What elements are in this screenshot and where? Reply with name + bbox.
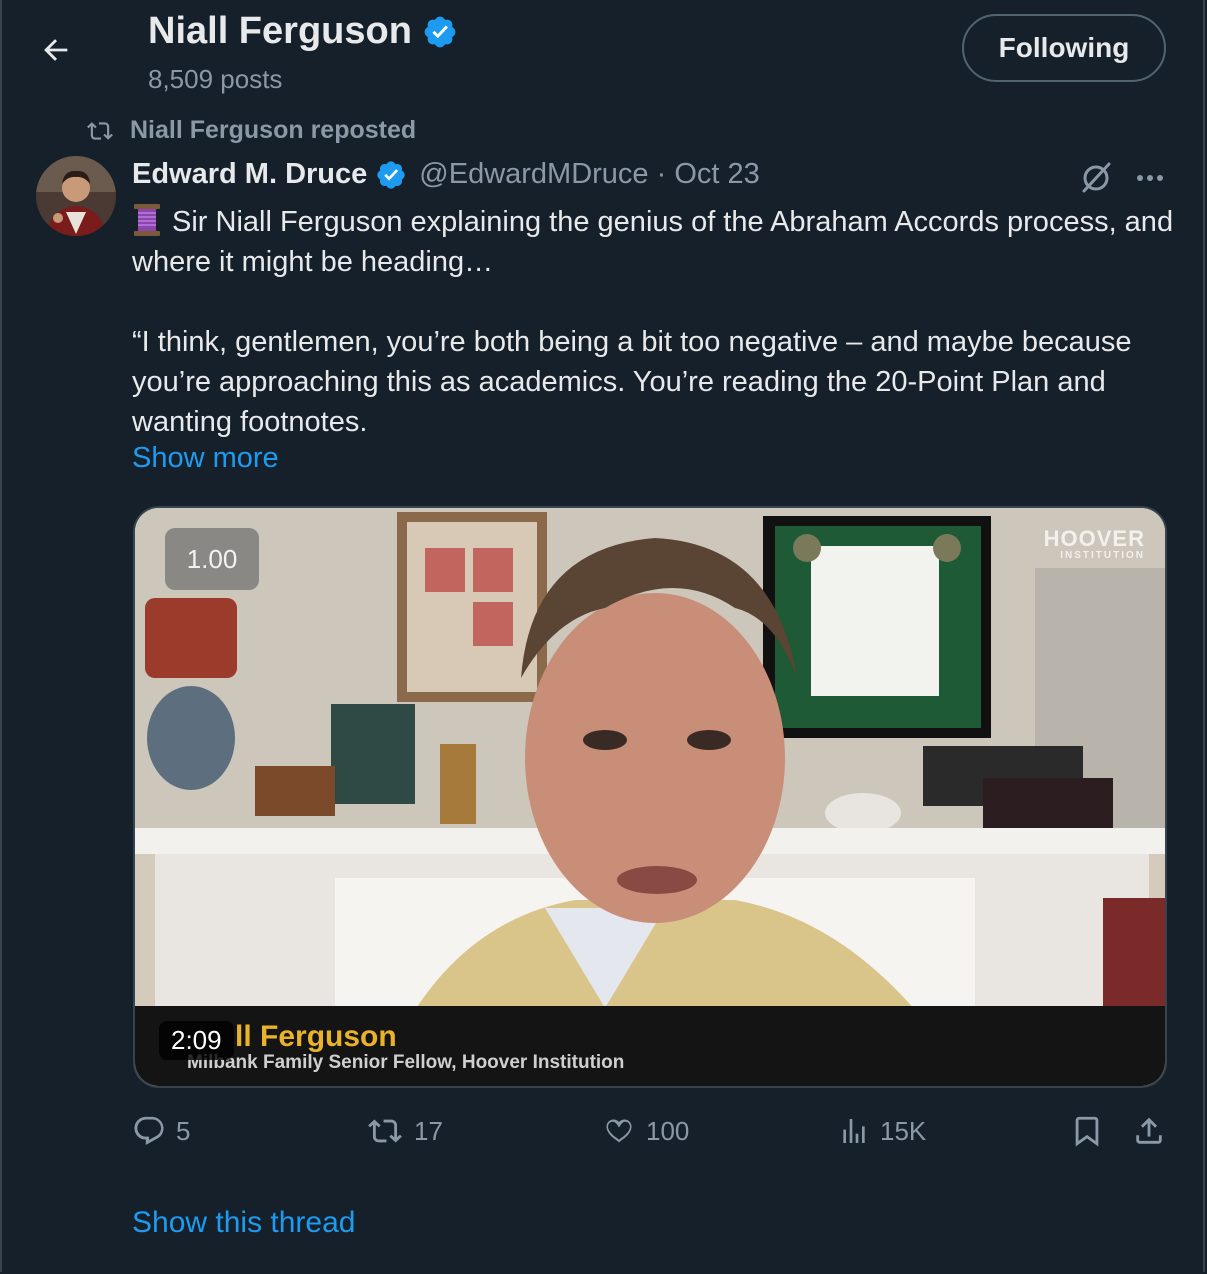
reply-count: 5 — [176, 1115, 191, 1146]
like-icon — [606, 1119, 632, 1143]
more-options-button[interactable] — [1130, 160, 1170, 196]
profile-name: Niall Ferguson — [148, 10, 412, 52]
video-player[interactable]: 1.00 HOOVER INSTITUTION ll Ferguson Milb… — [133, 506, 1167, 1088]
grok-icon — [1082, 162, 1111, 193]
like-count: 100 — [646, 1115, 690, 1146]
avatar[interactable] — [36, 156, 116, 236]
repost-count: 17 — [414, 1115, 443, 1146]
tweet-text-line1: Sir Niall Ferguson explaining the genius… — [132, 202, 1182, 282]
share-button[interactable] — [1132, 1114, 1166, 1148]
views-button[interactable]: 15K — [838, 1114, 926, 1148]
verified-badge-icon — [424, 16, 456, 47]
tweet-text-para2: “I think, gentlemen, you’re both being a… — [132, 326, 1132, 438]
views-count: 15K — [880, 1115, 927, 1146]
caption-name: ll Ferguson — [235, 1020, 397, 1053]
following-button[interactable]: Following — [962, 14, 1166, 82]
caption-title: Milbank Family Senior Fellow, Hoover Ins… — [187, 1052, 625, 1073]
more-icon — [1137, 175, 1163, 181]
reply-icon — [134, 1116, 164, 1145]
repost-button[interactable]: 17 — [366, 1114, 443, 1148]
back-button[interactable] — [36, 30, 76, 70]
author-handle-date[interactable]: @EdwardMDruce · Oct 23 — [419, 158, 759, 191]
video-caption-bar: ll Ferguson Milbank Family Senior Fellow… — [135, 1006, 1165, 1086]
hoover-watermark: HOOVER INSTITUTION — [1043, 526, 1145, 561]
bookmark-button[interactable] — [1070, 1114, 1104, 1148]
grok-button[interactable] — [1078, 160, 1114, 196]
like-button[interactable]: 100 — [602, 1114, 689, 1148]
repost-label: Niall Ferguson reposted — [130, 116, 417, 144]
spool-emoji-icon — [134, 204, 160, 236]
repost-icon — [87, 121, 113, 140]
video-frame — [135, 508, 1165, 1086]
bookmark-icon — [1075, 1116, 1099, 1147]
author-name[interactable]: Edward M. Druce — [132, 158, 367, 191]
back-arrow-icon — [44, 39, 68, 61]
playback-speed-badge[interactable]: 1.00 — [165, 528, 259, 590]
video-duration: 2:09 — [159, 1021, 234, 1060]
post-count: 8,509 posts — [148, 64, 283, 94]
profile-header-title: Niall Ferguson — [148, 10, 458, 53]
tweet-text: Sir Niall Ferguson explaining the genius… — [132, 202, 1182, 442]
verified-badge-icon — [377, 160, 405, 189]
show-more-link[interactable]: Show more — [132, 442, 279, 475]
tweet-author-line: Edward M. Druce @EdwardMDruce · Oct 23 — [132, 158, 760, 191]
repost-context: Niall Ferguson reposted — [84, 116, 416, 145]
repost-icon — [368, 1119, 402, 1143]
views-icon — [843, 1119, 865, 1143]
avatar-image — [36, 156, 116, 236]
reply-button[interactable]: 5 — [132, 1114, 190, 1148]
share-icon — [1136, 1117, 1162, 1144]
show-thread-link[interactable]: Show this thread — [132, 1206, 355, 1240]
